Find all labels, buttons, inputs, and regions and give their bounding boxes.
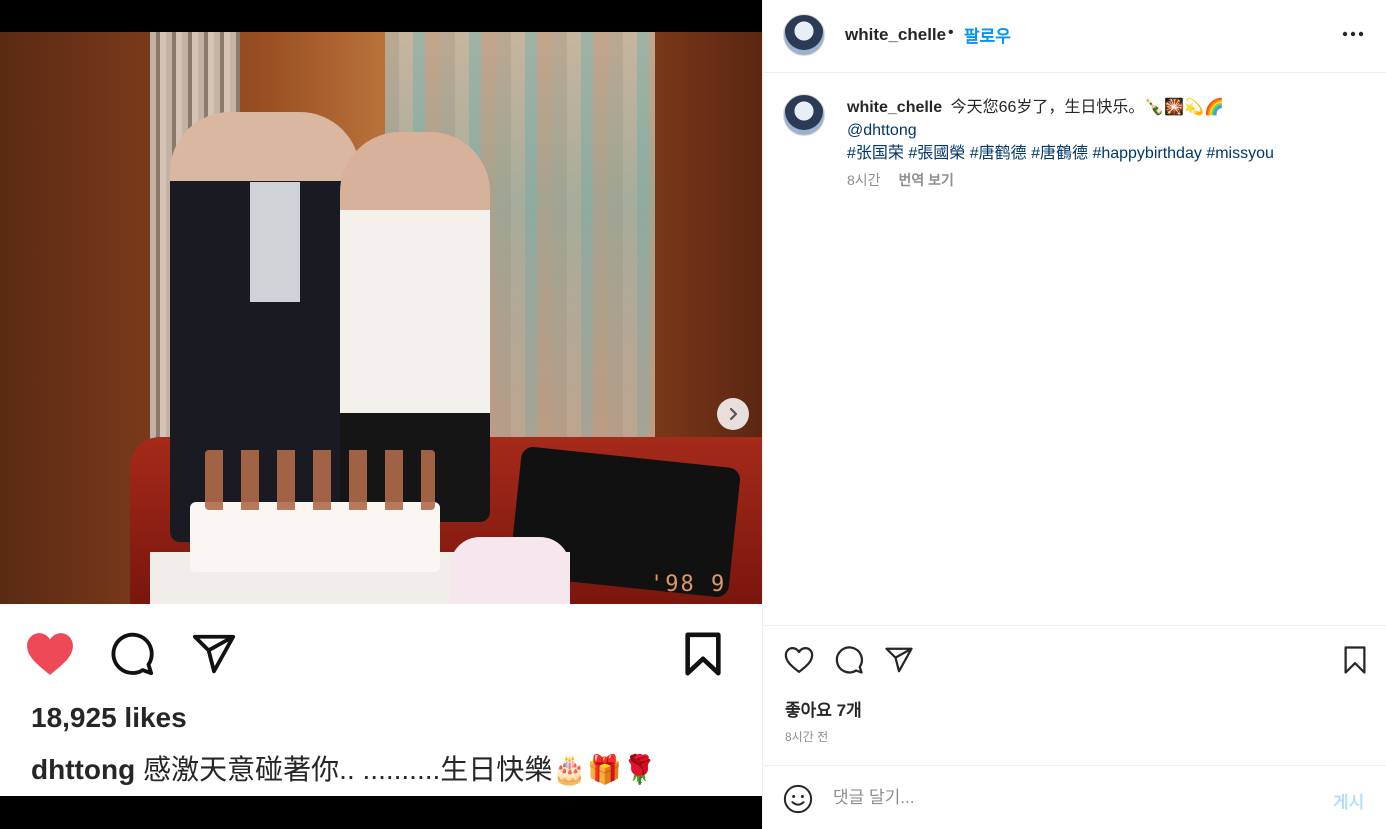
instagram-post-page: '98 9 18,925 likes dhttong 感激天意碰著你.. ...…: [0, 0, 1386, 829]
comment-button[interactable]: [829, 640, 869, 680]
bookmark-icon: [685, 632, 721, 676]
post-media-panel: '98 9 18,925 likes dhttong 感激天意碰著你.. ...…: [0, 0, 762, 829]
hashtag-link[interactable]: #missyou: [1206, 145, 1274, 162]
comment-button-large[interactable]: [104, 626, 160, 682]
avatar[interactable]: [783, 14, 825, 56]
photo-cake: [190, 502, 440, 572]
save-button-large[interactable]: [675, 626, 731, 682]
hashtag-link[interactable]: #唐鶴德: [1031, 145, 1088, 162]
share-button[interactable]: [879, 640, 919, 680]
caption-text-block: white_chelle 今天您66岁了，生日快乐。🍾🎇💫🌈 @dhttong …: [847, 96, 1367, 165]
caption-mention[interactable]: @dhttong: [847, 122, 917, 139]
header-separator: •: [948, 24, 954, 41]
likes-count[interactable]: 좋아요 7개: [785, 696, 862, 721]
post-header: white_chelle • 팔로우: [763, 0, 1386, 73]
more-icon: [1342, 31, 1364, 37]
caption-meta: 8시간 번역 보기: [847, 170, 954, 190]
embedded-post-footer: 18,925 likes dhttong 感激天意碰著你.. ..........…: [0, 604, 762, 796]
caption-username[interactable]: white_chelle: [847, 99, 942, 116]
bookmark-icon: [1344, 646, 1366, 674]
post-caption-block: white_chelle 今天您66岁了，生日快乐。🍾🎇💫🌈 @dhttong …: [763, 74, 1386, 624]
caption-avatar[interactable]: [783, 94, 825, 136]
like-button-filled[interactable]: [22, 626, 78, 682]
post-comment-button[interactable]: 게시: [1333, 788, 1364, 813]
heart-icon: [784, 647, 814, 673]
action-bar: 좋아요 7개 8시간 전: [763, 625, 1386, 765]
embedded-caption-username[interactable]: dhttong: [31, 754, 135, 785]
save-button[interactable]: [1335, 640, 1375, 680]
photo-cake-figures: [205, 450, 435, 510]
emoji-icon: [783, 784, 813, 814]
chevron-right-icon: [729, 407, 738, 421]
header-username[interactable]: white_chelle: [845, 25, 946, 45]
photo-date-stamp: '98 9: [650, 572, 727, 597]
comment-icon: [111, 632, 154, 676]
caption-text: 今天您66岁了，生日快乐。🍾🎇💫🌈: [950, 99, 1225, 116]
photo-gift: [450, 537, 570, 604]
share-icon: [192, 634, 236, 674]
hashtag-link[interactable]: #张国荣: [847, 145, 904, 162]
embedded-likes-count: 18,925 likes: [31, 702, 187, 733]
heart-filled-icon: [27, 633, 73, 675]
hashtag-link[interactable]: #唐鹤德: [970, 145, 1027, 162]
post-photo[interactable]: '98 9: [0, 32, 762, 604]
comment-input[interactable]: [833, 784, 1303, 812]
translate-button[interactable]: 번역 보기: [898, 172, 953, 188]
like-button[interactable]: [779, 640, 819, 680]
post-side-panel: white_chelle • 팔로우 white_chelle 今天您66岁了，…: [762, 0, 1386, 829]
follow-button[interactable]: 팔로우: [964, 22, 1011, 47]
post-timestamp[interactable]: 8시간 전: [785, 728, 828, 745]
add-comment-bar: 게시: [763, 765, 1386, 829]
embedded-action-bar: [0, 626, 762, 682]
share-icon: [885, 647, 913, 673]
emoji-button[interactable]: [783, 784, 813, 814]
embedded-caption: dhttong 感激天意碰著你.. ..........生日快樂🎂🎁🌹: [31, 748, 657, 788]
embedded-caption-text: 感激天意碰著你.. ..........生日快樂🎂🎁🌹: [143, 754, 657, 785]
caption-time[interactable]: 8시간: [847, 172, 881, 188]
more-options-button[interactable]: [1333, 18, 1373, 50]
hashtag-link[interactable]: #happybirthday: [1092, 145, 1201, 162]
comment-icon: [835, 646, 863, 674]
hashtag-link[interactable]: #張國榮: [908, 145, 965, 162]
next-photo-button[interactable]: [717, 398, 749, 430]
share-button-large[interactable]: [186, 626, 242, 682]
